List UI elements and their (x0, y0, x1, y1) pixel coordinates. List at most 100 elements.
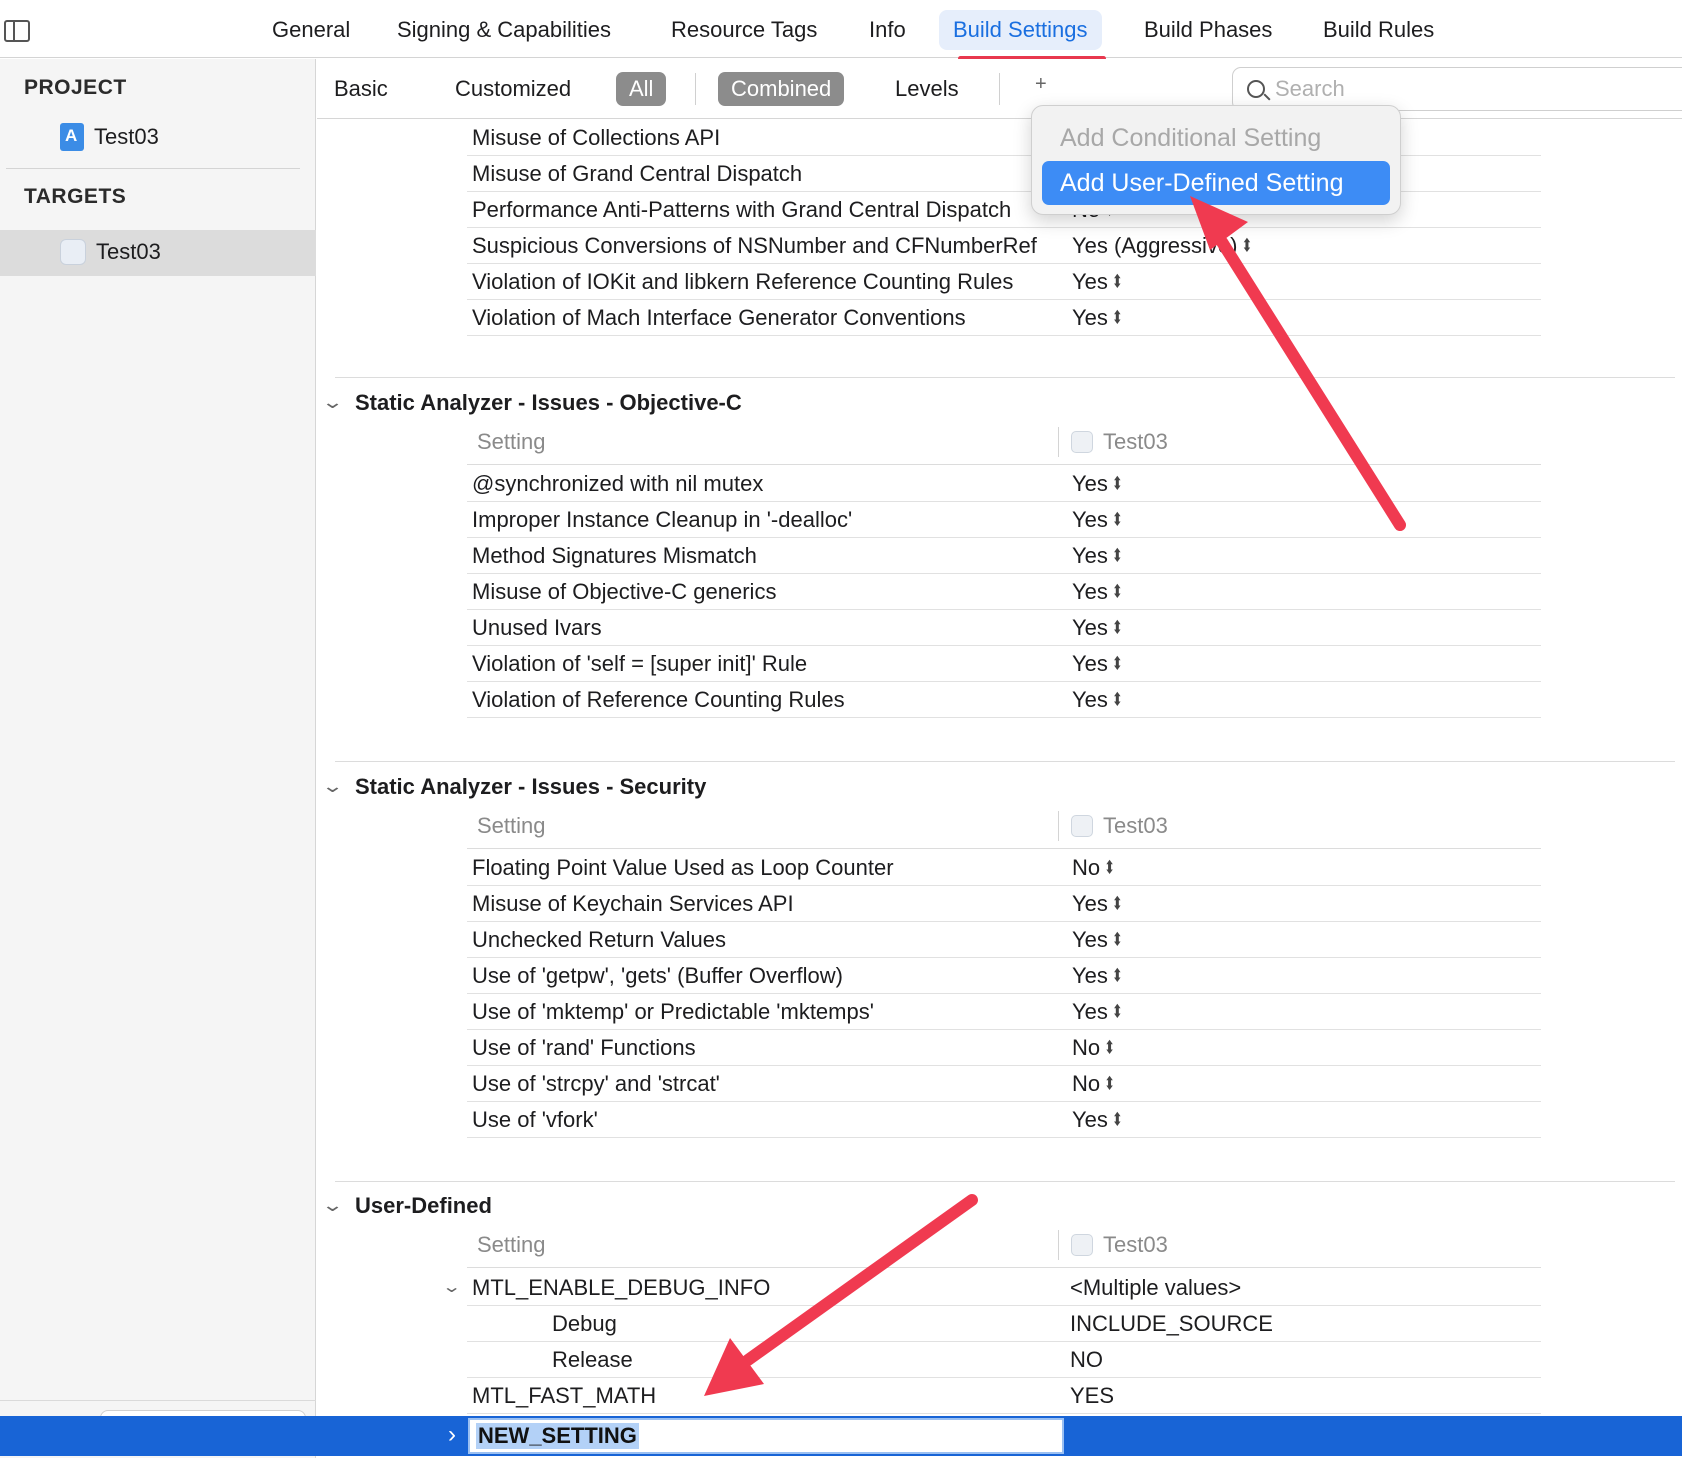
new-setting-name-text: NEW_SETTING (476, 1423, 639, 1449)
table-row[interactable]: Violation of Reference Counting Rules Yes… (467, 682, 1541, 718)
setting-value[interactable]: Yes ⬍ (1072, 543, 1123, 569)
target-column-header[interactable]: Test03 (1058, 427, 1168, 457)
table-row[interactable]: MTL_FAST_MATH YES (467, 1378, 1541, 1414)
setting-value[interactable]: Yes ⬍ (1072, 269, 1123, 295)
section-divider (335, 1181, 1675, 1182)
table-row[interactable]: Release NO (467, 1342, 1541, 1378)
search-icon (1247, 80, 1265, 98)
tab-build-settings[interactable]: Build Settings (939, 10, 1102, 50)
section-title[interactable]: User-Defined (355, 1193, 492, 1219)
tab-general[interactable]: General (258, 10, 364, 50)
section-title[interactable]: Static Analyzer - Issues - Objective-C (355, 390, 742, 416)
table-row[interactable]: Improper Instance Cleanup in '-dealloc' Y… (467, 502, 1541, 538)
disclosure-chevron-icon[interactable]: ⌄ (321, 776, 344, 797)
new-setting-name-field[interactable]: NEW_SETTING (468, 1418, 1064, 1454)
disclosure-chevron-icon[interactable]: ⌄ (321, 392, 344, 413)
setting-column-header[interactable]: Setting (477, 1232, 546, 1258)
setting-column-header[interactable]: Setting (477, 813, 546, 839)
setting-value[interactable]: Yes ⬍ (1072, 1107, 1123, 1133)
table-row[interactable]: Violation of IOKit and libkern Reference… (467, 264, 1541, 300)
table-row[interactable]: Use of 'rand' Functions No ⬍ (467, 1030, 1541, 1066)
setting-name: Debug (552, 1311, 617, 1336)
setting-value[interactable]: Yes (Aggressive) ⬍ (1072, 233, 1252, 259)
stepper-icon: ⬍ (1111, 1108, 1123, 1130)
view-levels-button[interactable]: Levels (882, 72, 972, 106)
add-setting-button[interactable]: + (1035, 73, 1047, 96)
setting-value[interactable]: Yes ⬍ (1072, 963, 1123, 989)
stepper-icon: ⬍ (1104, 1036, 1116, 1058)
setting-name: Use of 'rand' Functions (472, 1035, 696, 1060)
setting-value[interactable]: NO (1070, 1347, 1103, 1373)
table-row[interactable]: Misuse of Keychain Services API Yes ⬍ (467, 886, 1541, 922)
filter-basic-button[interactable]: Basic (321, 72, 401, 106)
column-header: Setting Test03 (467, 805, 1541, 849)
table-row[interactable]: Use of 'getpw', 'gets' (Buffer Overflow)… (467, 958, 1541, 994)
disclosure-chevron-icon[interactable]: ⌄ (321, 1195, 344, 1216)
target-column-header[interactable]: Test03 (1058, 811, 1168, 841)
table-row[interactable]: Debug INCLUDE_SOURCE (467, 1306, 1541, 1342)
stepper-icon: ⬍ (1111, 508, 1123, 530)
filter-all-button[interactable]: All (616, 72, 667, 106)
filter-customized-button[interactable]: Customized (442, 72, 584, 106)
toolbar-separator (695, 73, 696, 105)
tab-build-phases[interactable]: Build Phases (1130, 10, 1286, 50)
sidebar-item-project[interactable]: Test03 (60, 123, 159, 151)
setting-value[interactable]: Yes ⬍ (1072, 615, 1123, 641)
setting-value[interactable]: No⬍ (1072, 855, 1115, 881)
table-row[interactable]: Unchecked Return Values Yes ⬍ (467, 922, 1541, 958)
setting-value[interactable]: Yes ⬍ (1072, 927, 1123, 953)
table-row[interactable]: Floating Point Value Used as Loop Counte… (467, 850, 1541, 886)
setting-value[interactable]: No⬍ (1072, 1071, 1115, 1097)
table-row[interactable]: @synchronized with nil mutex Yes ⬍ (467, 466, 1541, 502)
table-row[interactable]: MTL_ENABLE_DEBUG_INFO <Multiple values> (467, 1270, 1541, 1306)
view-combined-button[interactable]: Combined (718, 72, 845, 106)
new-setting-row[interactable]: › NEW_SETTING (0, 1416, 1682, 1456)
tab-build-rules[interactable]: Build Rules (1309, 10, 1448, 50)
sidebar-item-target[interactable]: Test03 (60, 239, 161, 265)
table-row[interactable]: Use of 'vfork' Yes ⬍ (467, 1102, 1541, 1138)
setting-value[interactable]: Yes ⬍ (1072, 651, 1123, 677)
setting-column-header[interactable]: Setting (477, 429, 546, 455)
table-row[interactable]: Violation of Mach Interface Generator Co… (467, 300, 1541, 336)
setting-name: Use of 'vfork' (472, 1107, 598, 1132)
table-row[interactable]: Use of 'strcpy' and 'strcat' No ⬍ (467, 1066, 1541, 1102)
table-row[interactable]: Misuse of Objective-C generics Yes ⬍ (467, 574, 1541, 610)
setting-name: Misuse of Grand Central Dispatch (472, 161, 803, 186)
setting-value[interactable]: INCLUDE_SOURCE (1070, 1311, 1273, 1337)
setting-name: Misuse of Objective-C generics (472, 579, 777, 604)
table-row[interactable]: Use of 'mktemp' or Predictable 'mktemps'… (467, 994, 1541, 1030)
setting-name: Violation of 'self = [super init]' Rule (472, 651, 808, 676)
search-input[interactable] (1275, 76, 1655, 102)
setting-value[interactable]: Yes ⬍ (1072, 999, 1123, 1025)
tab-resource-tags[interactable]: Resource Tags (657, 10, 831, 50)
target-column-header[interactable]: Test03 (1058, 1230, 1168, 1260)
tab-info[interactable]: Info (855, 10, 920, 50)
setting-name: Violation of IOKit and libkern Reference… (472, 269, 1014, 294)
sidebar-toggle-icon[interactable] (4, 20, 30, 42)
column-header: Setting Test03 (467, 1224, 1541, 1268)
menu-item-add-conditional-setting: Add Conditional Setting (1060, 124, 1322, 152)
stepper-icon: ⬍ (1111, 544, 1123, 566)
section-divider (335, 761, 1675, 762)
setting-value[interactable]: No⬍ (1072, 1035, 1115, 1061)
setting-value[interactable]: Yes ⬍ (1072, 579, 1123, 605)
table-row[interactable]: Unused Ivars Yes ⬍ (467, 610, 1541, 646)
setting-name: @synchronized with nil mutex (472, 471, 764, 496)
project-navigator-sidebar: PROJECT Test03 TARGETS Test03 + − (0, 59, 316, 1458)
setting-value[interactable]: YES (1070, 1383, 1114, 1409)
setting-value[interactable]: Yes ⬍ (1072, 891, 1123, 917)
table-row[interactable]: Method Signatures Mismatch Yes ⬍ (467, 538, 1541, 574)
setting-value[interactable]: <Multiple values> (1070, 1275, 1241, 1301)
tab-signing-capabilities[interactable]: Signing & Capabilities (383, 10, 625, 50)
stepper-icon: ⬍ (1104, 856, 1116, 878)
disclosure-chevron-right-icon[interactable]: › (448, 1421, 456, 1449)
disclosure-chevron-icon[interactable]: ⌄ (442, 1277, 462, 1297)
setting-value[interactable]: Yes ⬍ (1072, 471, 1123, 497)
table-row[interactable]: Violation of 'self = [super init]' Rule Y… (467, 646, 1541, 682)
section-title[interactable]: Static Analyzer - Issues - Security (355, 774, 706, 800)
menu-item-add-user-defined-setting[interactable]: Add User-Defined Setting (1042, 161, 1390, 205)
setting-value[interactable]: Yes ⬍ (1072, 687, 1123, 713)
setting-value[interactable]: Yes ⬍ (1072, 305, 1123, 331)
setting-value[interactable]: Yes ⬍ (1072, 507, 1123, 533)
table-row[interactable]: Suspicious Conversions of NSNumber and C… (467, 228, 1541, 264)
